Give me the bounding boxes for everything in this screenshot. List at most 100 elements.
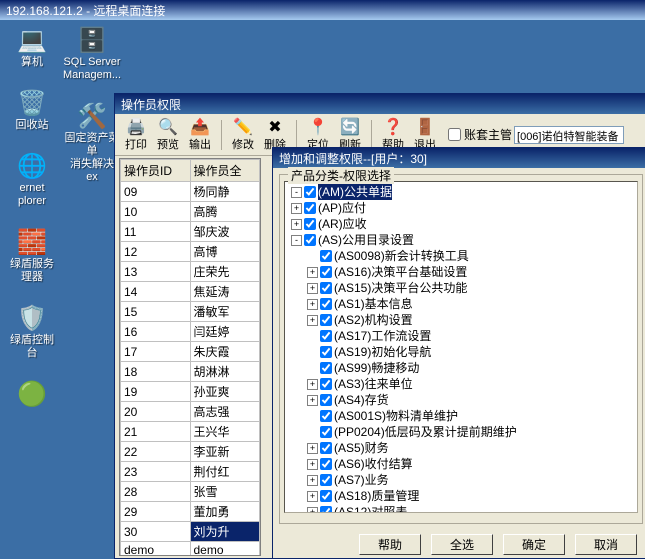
tree-checkbox[interactable] — [320, 346, 332, 358]
tree-expand-icon[interactable]: + — [307, 475, 318, 486]
desktop-icon[interactable]: 🌐ernetplorer — [4, 150, 60, 208]
table-row[interactable]: demodemo — [121, 542, 260, 557]
account-select[interactable]: [006]诺伯特智能装备 — [514, 126, 624, 144]
desktop-icon[interactable]: 🛡️绿盾控制台 — [4, 302, 60, 360]
ok-button[interactable]: 确定 — [503, 534, 565, 555]
tree-checkbox[interactable] — [320, 506, 332, 513]
desktop-icon[interactable]: 🟢 — [4, 378, 60, 410]
table-row[interactable]: 23荆付红 — [121, 462, 260, 482]
account-manager-checkbox[interactable]: 账套主管 — [448, 126, 512, 143]
table-row[interactable]: 12高博 — [121, 242, 260, 262]
tree-expand-icon[interactable]: + — [291, 219, 302, 230]
tree-node[interactable]: +(AS5)财务 — [287, 440, 635, 456]
tree-checkbox[interactable] — [320, 490, 332, 502]
tree-expand-icon[interactable]: - — [291, 235, 302, 246]
tree-expand-icon[interactable]: + — [307, 315, 318, 326]
tree-checkbox[interactable] — [320, 330, 332, 342]
table-row[interactable]: 21王兴华 — [121, 422, 260, 442]
tree-checkbox[interactable] — [320, 426, 332, 438]
tree-checkbox[interactable] — [320, 458, 332, 470]
tree-checkbox[interactable] — [320, 410, 332, 422]
tree-node[interactable]: (AS0098)新会计转换工具 — [287, 248, 635, 264]
tree-expand-icon[interactable]: + — [307, 267, 318, 278]
tree-checkbox[interactable] — [320, 378, 332, 390]
tree-node[interactable]: +(AP)应付 — [287, 200, 635, 216]
tree-checkbox[interactable] — [320, 314, 332, 326]
tree-expand-icon[interactable]: + — [291, 203, 302, 214]
tree-checkbox[interactable] — [320, 442, 332, 454]
permission-tree[interactable]: -(AM)公共单据+(AP)应付+(AR)应收-(AS)公用目录设置(AS009… — [284, 181, 638, 513]
desktop-icon[interactable]: 🧱绿盾服务理器 — [4, 226, 60, 284]
desktop-icon[interactable]: 🛠️固定资产菜单消失解决 ex — [64, 100, 120, 184]
tree-node[interactable]: +(AR)应收 — [287, 216, 635, 232]
tree-node[interactable]: -(AM)公共单据 — [287, 184, 635, 200]
table-row[interactable]: 22李亚新 — [121, 442, 260, 462]
table-row[interactable]: 14焦延涛 — [121, 282, 260, 302]
table-row[interactable]: 09杨同静 — [121, 182, 260, 202]
table-row[interactable]: 29董加勇 — [121, 502, 260, 522]
toolbar-修改-button[interactable]: ✏️修改 — [228, 117, 258, 153]
table-row[interactable]: 11邹庆波 — [121, 222, 260, 242]
tree-expand-icon[interactable]: + — [307, 459, 318, 470]
select-all-button[interactable]: 全选 — [431, 534, 493, 555]
tree-node[interactable]: +(AS1)基本信息 — [287, 296, 635, 312]
tree-node[interactable]: (AS001S)物料清单维护 — [287, 408, 635, 424]
tree-checkbox[interactable] — [320, 266, 332, 278]
tree-node[interactable]: (AS99)畅捷移动 — [287, 360, 635, 376]
tree-checkbox[interactable] — [304, 234, 316, 246]
tree-node[interactable]: (AS17)工作流设置 — [287, 328, 635, 344]
tree-node[interactable]: +(AS15)决策平台公共功能 — [287, 280, 635, 296]
table-row[interactable]: 18胡淋淋 — [121, 362, 260, 382]
table-row[interactable]: 28张雪 — [121, 482, 260, 502]
checkbox-input[interactable] — [448, 128, 461, 141]
tree-node[interactable]: +(AS12)对照表 — [287, 504, 635, 513]
desktop-icon[interactable]: 🗄️SQL ServerManagem... — [64, 24, 120, 82]
tree-expand-icon[interactable]: + — [307, 379, 318, 390]
tree-expand-icon[interactable]: + — [307, 395, 318, 406]
tree-expand-icon[interactable]: - — [291, 187, 302, 198]
tree-node[interactable]: -(AS)公用目录设置 — [287, 232, 635, 248]
tree-checkbox[interactable] — [320, 298, 332, 310]
tree-node[interactable]: (PP0204)低层码及累计提前期维护 — [287, 424, 635, 440]
tree-node[interactable]: +(AS4)存货 — [287, 392, 635, 408]
tree-checkbox[interactable] — [320, 474, 332, 486]
tree-checkbox[interactable] — [320, 362, 332, 374]
tree-node[interactable]: (AS19)初始化导航 — [287, 344, 635, 360]
tree-node[interactable]: +(AS7)业务 — [287, 472, 635, 488]
tree-expand-icon[interactable]: + — [307, 299, 318, 310]
table-header[interactable]: 操作员ID — [121, 160, 191, 182]
operator-table[interactable]: 操作员ID操作员全09杨同静10高腾11邹庆波12高博13庄荣先14焦延涛15潘… — [119, 158, 261, 556]
tree-expand-icon[interactable]: + — [307, 491, 318, 502]
toolbar-预览-button[interactable]: 🔍预览 — [153, 117, 183, 153]
cancel-button[interactable]: 取消 — [575, 534, 637, 555]
table-row[interactable]: 16闫廷婷 — [121, 322, 260, 342]
table-row[interactable]: 13庄荣先 — [121, 262, 260, 282]
table-row[interactable]: 30刘为升 — [121, 522, 260, 542]
tree-checkbox[interactable] — [320, 250, 332, 262]
tree-node[interactable]: +(AS2)机构设置 — [287, 312, 635, 328]
table-row[interactable]: 10高腾 — [121, 202, 260, 222]
tree-expand-icon[interactable]: + — [307, 443, 318, 454]
help-button[interactable]: 帮助 — [359, 534, 421, 555]
tree-checkbox[interactable] — [320, 394, 332, 406]
table-row[interactable]: 15潘敏军 — [121, 302, 260, 322]
tree-node[interactable]: +(AS18)质量管理 — [287, 488, 635, 504]
desktop-icon-label: SQL ServerManagem... — [63, 56, 121, 82]
tree-checkbox[interactable] — [320, 282, 332, 294]
desktop-icon[interactable]: 🗑️回收站 — [4, 87, 60, 132]
tree-checkbox[interactable] — [304, 186, 316, 198]
tree-node[interactable]: +(AS3)往来单位 — [287, 376, 635, 392]
table-row[interactable]: 19孙亚爽 — [121, 382, 260, 402]
table-header[interactable]: 操作员全 — [190, 160, 260, 182]
toolbar-打印-button[interactable]: 🖨️打印 — [121, 117, 151, 153]
tree-checkbox[interactable] — [304, 218, 316, 230]
tree-node[interactable]: +(AS16)决策平台基础设置 — [287, 264, 635, 280]
tree-expand-icon[interactable]: + — [307, 283, 318, 294]
desktop-icon[interactable]: 💻算机 — [4, 24, 60, 69]
table-row[interactable]: 20高志强 — [121, 402, 260, 422]
tree-checkbox[interactable] — [304, 202, 316, 214]
tree-node[interactable]: +(AS6)收付结算 — [287, 456, 635, 472]
toolbar-输出-button[interactable]: 📤输出 — [185, 117, 215, 153]
table-row[interactable]: 17朱庆霞 — [121, 342, 260, 362]
tree-expand-icon[interactable]: + — [307, 507, 318, 514]
